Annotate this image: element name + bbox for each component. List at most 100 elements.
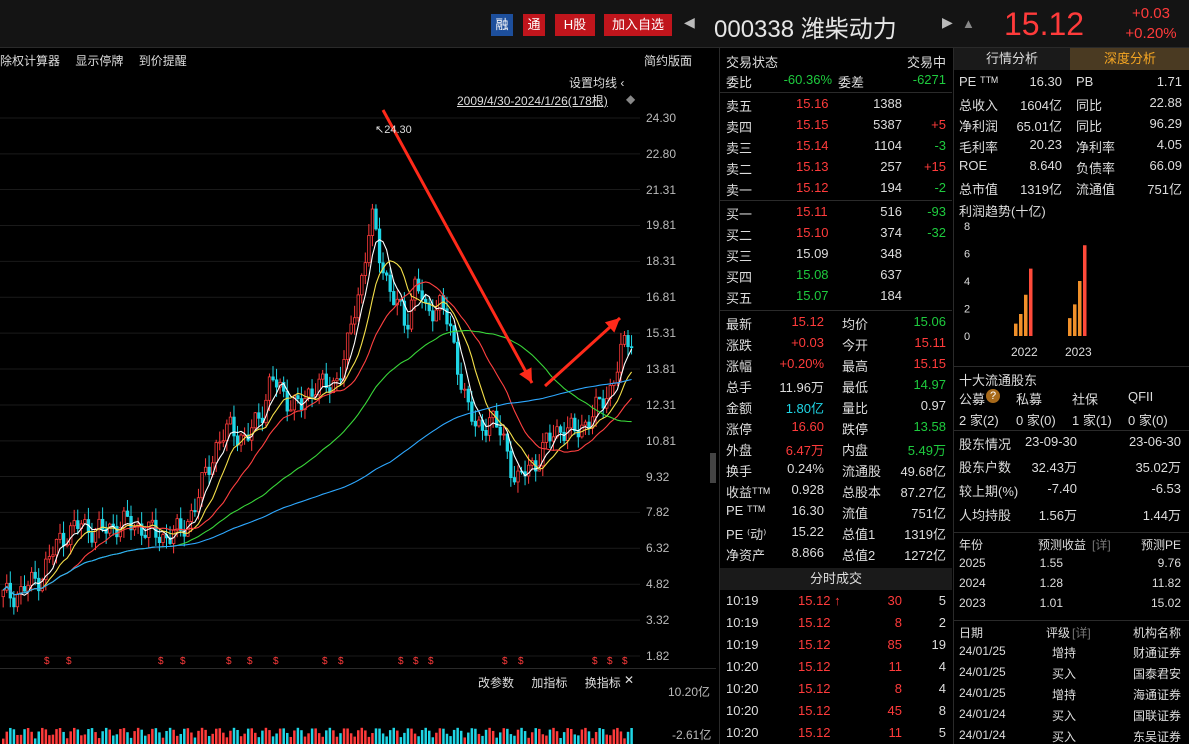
candle[interactable] <box>232 416 236 437</box>
bid-level-price[interactable]: 15.08 <box>796 267 829 282</box>
candle[interactable] <box>512 477 517 483</box>
candle[interactable] <box>598 396 602 400</box>
candle[interactable] <box>576 430 580 438</box>
candle[interactable] <box>445 308 449 325</box>
candle[interactable] <box>132 526 137 531</box>
candle[interactable] <box>111 523 115 527</box>
candle[interactable] <box>587 421 591 429</box>
dividend-marker[interactable]: $ <box>338 656 344 667</box>
candle[interactable] <box>246 434 250 441</box>
candle[interactable] <box>470 401 474 422</box>
candle[interactable] <box>427 302 431 312</box>
candle[interactable] <box>360 275 364 296</box>
dividend-marker[interactable]: $ <box>592 656 598 667</box>
candle[interactable] <box>629 346 634 349</box>
ex-rights-calculator-button[interactable]: 除权计算器 <box>0 54 60 68</box>
bid-level-row[interactable]: 买一 15.11 516 -93 <box>720 202 952 223</box>
bid-level-price[interactable]: 15.10 <box>796 225 829 240</box>
bid-level-row[interactable]: 买三 15.09 348 <box>720 244 952 265</box>
candle[interactable] <box>466 388 470 403</box>
add-watchlist-button[interactable]: 加入自选 <box>604 14 672 36</box>
edit-params-button[interactable]: 改参数 <box>478 676 514 690</box>
candle[interactable] <box>242 434 247 437</box>
ask-level-row[interactable]: 卖四 15.15 5387 +5 <box>720 115 952 136</box>
candle[interactable] <box>338 378 343 381</box>
tab-deep-analysis[interactable]: 深度分析 <box>1070 48 1189 70</box>
candle[interactable] <box>15 593 20 608</box>
change-indicator-button[interactable]: 换指标 <box>585 676 621 690</box>
forecast-detail-link[interactable]: [详] <box>1092 536 1111 553</box>
candle[interactable] <box>296 395 300 400</box>
candle[interactable] <box>250 427 254 441</box>
ask-level-price[interactable]: 15.16 <box>796 96 829 111</box>
candle[interactable] <box>424 298 428 304</box>
add-indicator-button[interactable]: 加指标 <box>531 676 567 690</box>
candle[interactable] <box>402 300 407 326</box>
candle[interactable] <box>537 465 541 472</box>
candle[interactable] <box>349 323 353 334</box>
candle[interactable] <box>228 416 233 425</box>
candle[interactable] <box>61 532 66 547</box>
dividend-marker[interactable]: $ <box>247 656 253 667</box>
candle[interactable] <box>289 409 293 412</box>
candle[interactable] <box>509 450 513 478</box>
help-icon[interactable]: ? <box>986 389 1000 403</box>
dividend-marker[interactable]: $ <box>622 656 628 667</box>
candle[interactable] <box>72 520 76 527</box>
candle[interactable] <box>179 518 183 531</box>
candle[interactable] <box>342 359 346 381</box>
dividend-marker[interactable]: $ <box>322 656 328 667</box>
profit-trend-chart[interactable]: 8 6 4 2 0 2022 2023 <box>954 216 1189 366</box>
candle[interactable] <box>367 235 371 264</box>
bid-level-price[interactable]: 15.09 <box>796 246 829 261</box>
candle[interactable] <box>406 324 410 330</box>
candle[interactable] <box>22 586 27 592</box>
candle[interactable] <box>143 534 147 538</box>
candle[interactable] <box>516 470 520 483</box>
candle[interactable] <box>26 584 30 592</box>
candle[interactable] <box>583 421 588 426</box>
candle[interactable] <box>619 343 623 373</box>
candle[interactable] <box>626 335 630 348</box>
candle[interactable] <box>257 412 261 419</box>
candle[interactable] <box>136 523 140 528</box>
tab-quote-analysis[interactable]: 行情分析 <box>954 48 1070 70</box>
candle[interactable] <box>448 323 453 327</box>
candle[interactable] <box>534 460 538 472</box>
candle[interactable] <box>33 571 37 579</box>
margin-trading-badge[interactable]: 融 <box>491 14 513 36</box>
rating-institution[interactable]: 国联证券 <box>1133 707 1181 724</box>
ask-level-row[interactable]: 卖五 15.16 1388 <box>720 94 952 115</box>
candle[interactable] <box>101 518 105 530</box>
stock-connect-badge[interactable]: 通 <box>523 14 545 36</box>
candle[interactable] <box>164 534 169 539</box>
kline-svg[interactable]: $ $ $ $ $ $ $ $ $ $ $ $ $ $ $ $ $ <box>0 48 716 744</box>
candle[interactable] <box>278 381 282 388</box>
candle[interactable] <box>122 510 126 528</box>
ask-level-price[interactable]: 15.13 <box>796 159 829 174</box>
date-range-label[interactable]: 2009/4/30-2024/1/26(178根) <box>457 92 608 109</box>
candle[interactable] <box>555 426 559 438</box>
candle[interactable] <box>441 295 446 310</box>
candle[interactable] <box>480 419 485 431</box>
candle[interactable] <box>150 519 155 523</box>
profit-bar-2022[interactable] <box>1014 323 1018 336</box>
dividend-marker[interactable]: $ <box>413 656 419 667</box>
candle[interactable] <box>214 442 218 464</box>
candle[interactable] <box>452 325 456 343</box>
candle[interactable] <box>147 521 151 538</box>
candle[interactable] <box>374 208 378 230</box>
candle[interactable] <box>530 460 534 466</box>
candle[interactable] <box>615 371 620 384</box>
candle[interactable] <box>29 571 34 586</box>
candle[interactable] <box>285 390 289 412</box>
candle[interactable] <box>1 589 5 598</box>
candle[interactable] <box>459 373 463 390</box>
candle[interactable] <box>40 579 44 592</box>
candle[interactable] <box>477 419 481 427</box>
candle[interactable] <box>76 520 80 529</box>
candle[interactable] <box>519 470 524 473</box>
candle[interactable] <box>384 272 389 276</box>
candle[interactable] <box>182 530 186 537</box>
candle[interactable] <box>299 398 304 411</box>
